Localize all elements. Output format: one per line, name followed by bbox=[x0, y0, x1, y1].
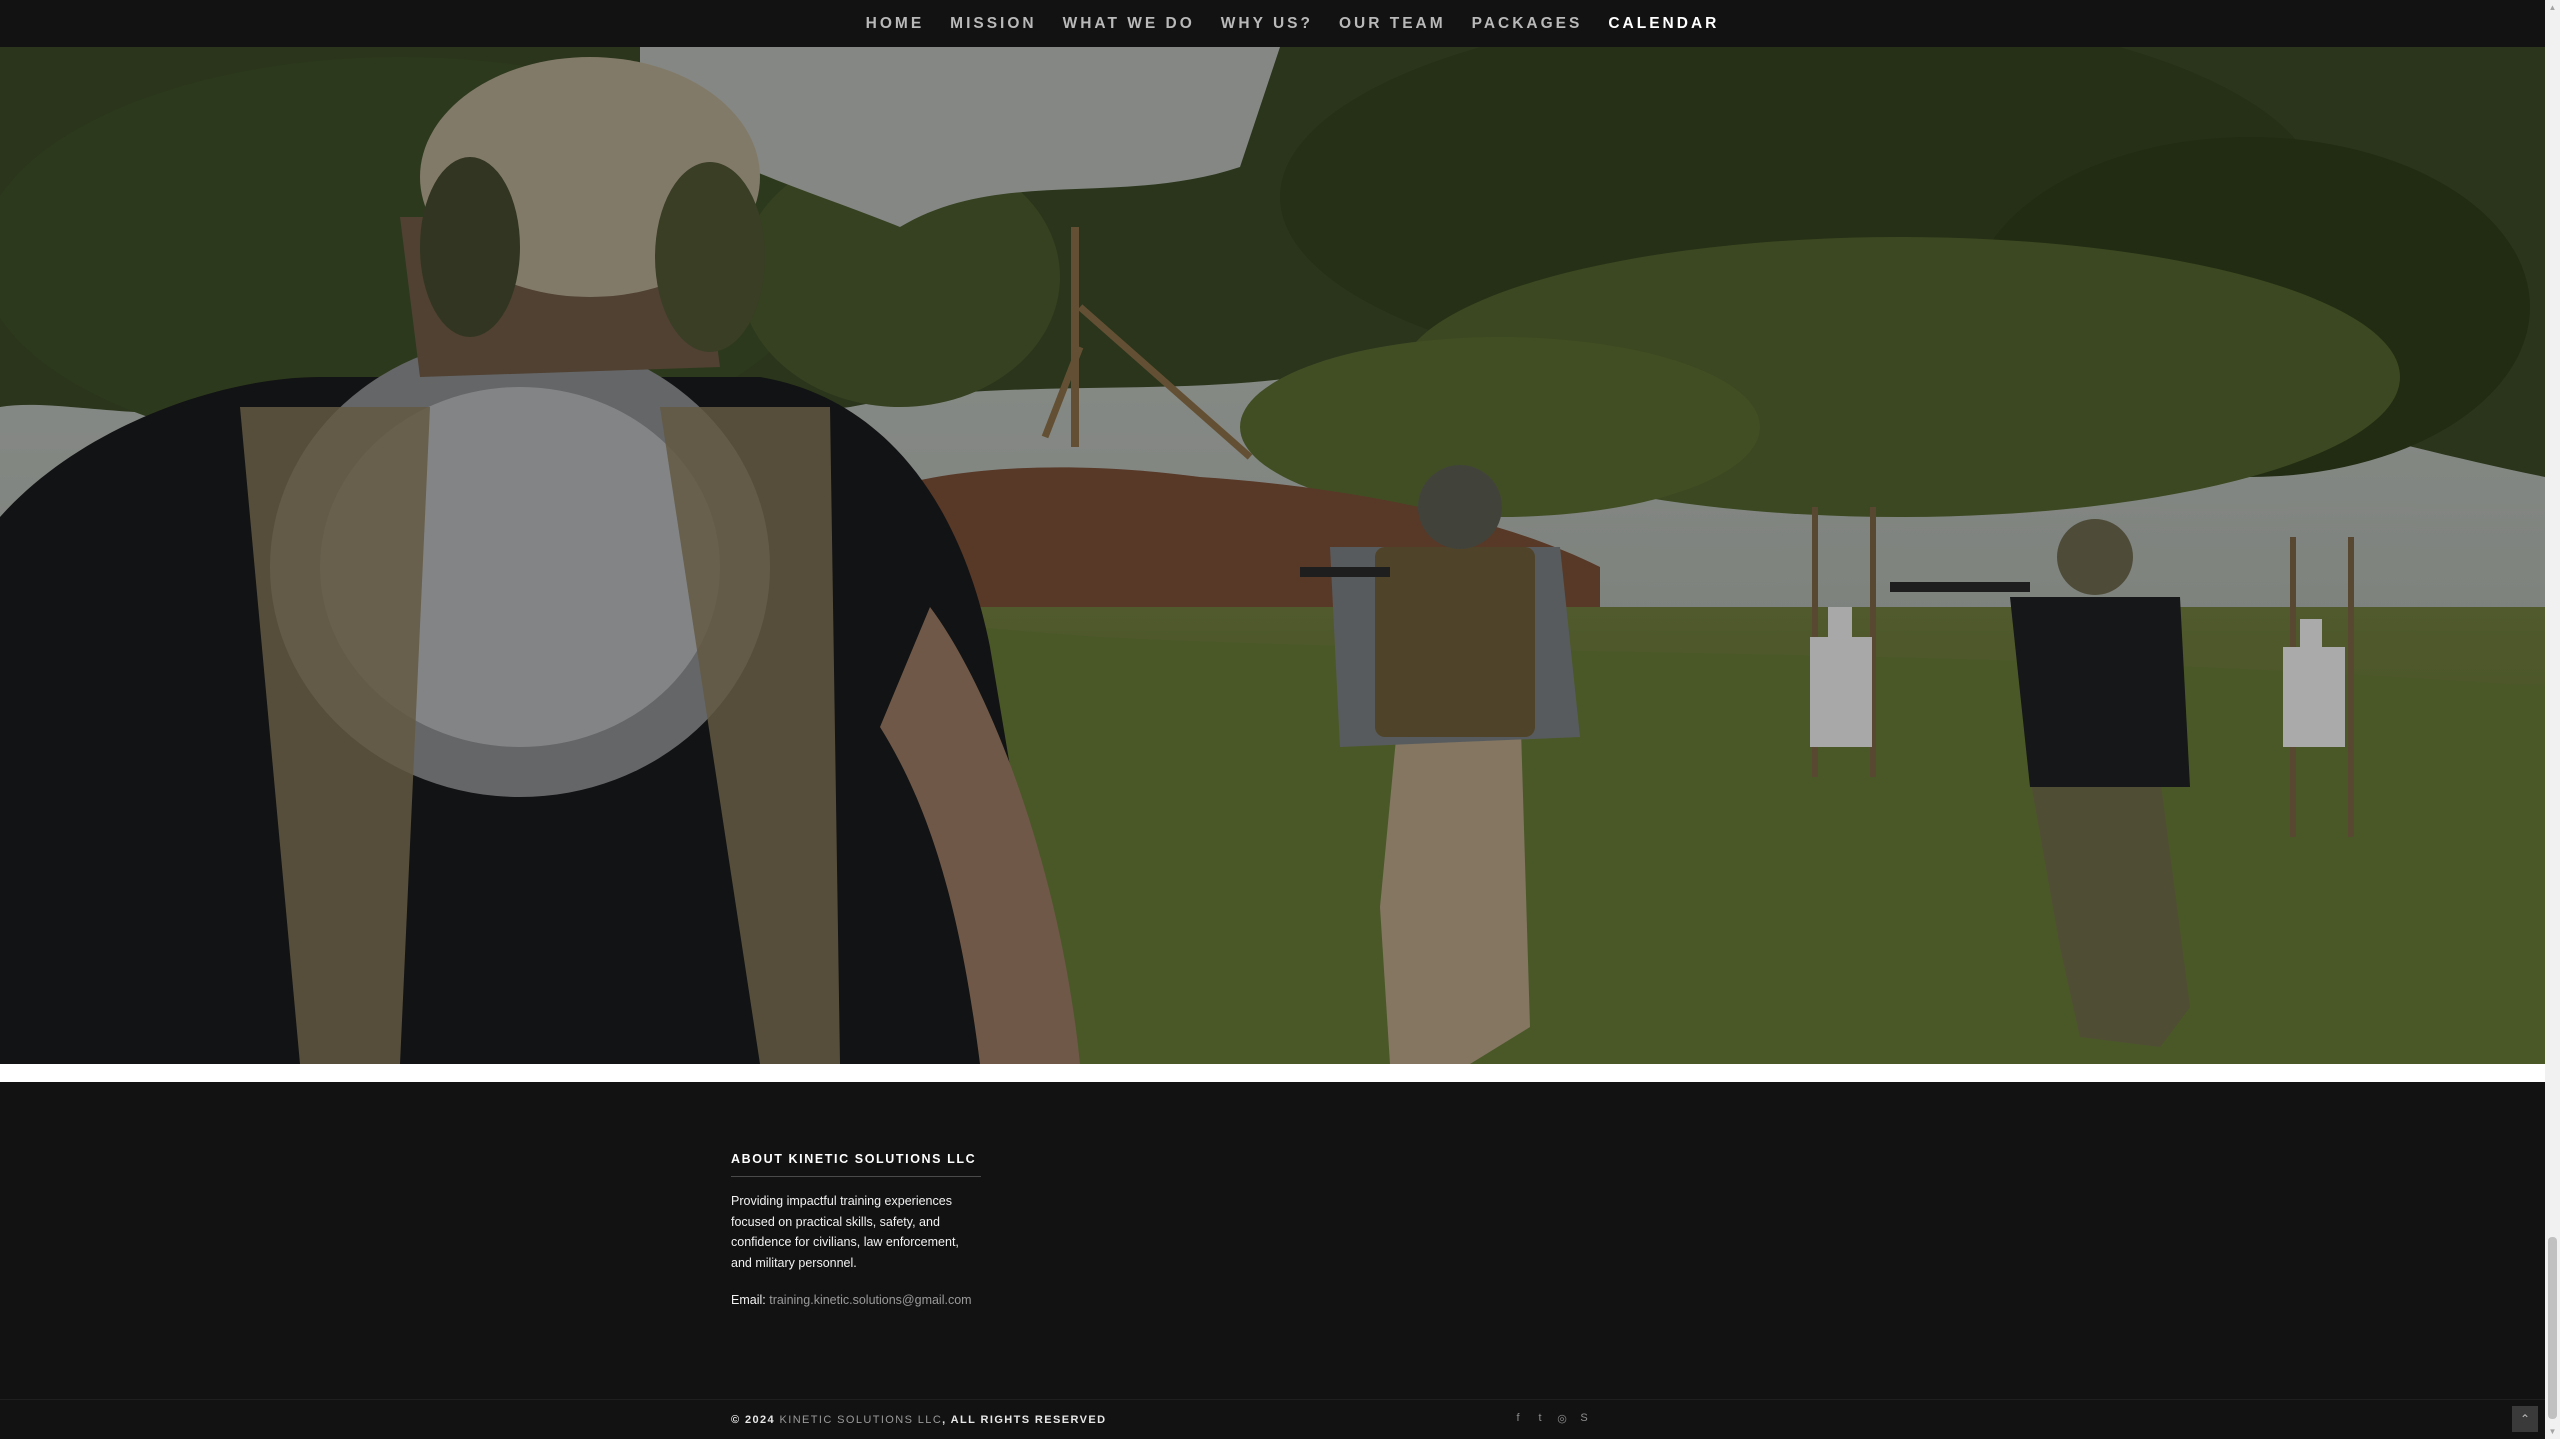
nav-item-packages[interactable]: PACKAGES bbox=[1459, 0, 1596, 47]
about-title: ABOUT KINETIC SOLUTIONS LLC bbox=[731, 1152, 981, 1177]
nav-item-calendar[interactable]: CALENDAR bbox=[1595, 0, 1732, 47]
company-link[interactable]: KINETIC SOLUTIONS LLC bbox=[780, 1414, 943, 1426]
copyright-year: © 2024 bbox=[731, 1414, 776, 1426]
top-navigation: HOME MISSION WHAT WE DO WHY US? OUR TEAM… bbox=[0, 0, 2545, 47]
footer: ABOUT KINETIC SOLUTIONS LLC Providing im… bbox=[0, 1082, 2545, 1439]
nav-item-mission[interactable]: MISSION bbox=[937, 0, 1049, 47]
page-scrollbar[interactable]: ▲ ▼ bbox=[2545, 0, 2560, 1439]
pinterest-icon[interactable]: ◎ bbox=[1556, 1412, 1568, 1425]
section-divider bbox=[0, 1064, 2545, 1082]
nav-item-our-team[interactable]: OUR TEAM bbox=[1326, 0, 1459, 47]
nav-item-what-we-do[interactable]: WHAT WE DO bbox=[1050, 0, 1208, 47]
about-widget: ABOUT KINETIC SOLUTIONS LLC Providing im… bbox=[731, 1152, 981, 1307]
hero-image bbox=[0, 47, 2545, 1064]
nav-item-why-us[interactable]: WHY US? bbox=[1208, 0, 1326, 47]
copyright-rights: , ALL RIGHTS RESERVED bbox=[942, 1414, 1107, 1426]
page: HOME MISSION WHAT WE DO WHY US? OUR TEAM… bbox=[0, 0, 2560, 1439]
about-description: Providing impactful training experiences… bbox=[731, 1194, 959, 1270]
scroll-down-arrow-icon[interactable]: ▼ bbox=[2545, 1424, 2560, 1439]
nav-list: HOME MISSION WHAT WE DO WHY US? OUR TEAM… bbox=[853, 0, 1733, 47]
scrollbar-thumb[interactable] bbox=[2548, 1237, 2557, 1419]
nav-item-home[interactable]: HOME bbox=[853, 0, 938, 47]
hero-overlay bbox=[0, 47, 2545, 1064]
footer-bottom-bar: © 2024 KINETIC SOLUTIONS LLC, ALL RIGHTS… bbox=[0, 1399, 2545, 1439]
contact-email: Email: training.kinetic.solutions@gmail.… bbox=[731, 1293, 981, 1307]
facebook-icon[interactable]: f bbox=[1512, 1412, 1524, 1425]
social-links: f t ◎ S bbox=[1512, 1412, 1590, 1425]
scroll-up-arrow-icon[interactable]: ▲ bbox=[2545, 0, 2560, 15]
email-link[interactable]: training.kinetic.solutions@gmail.com bbox=[769, 1293, 971, 1307]
email-label: Email: bbox=[731, 1293, 766, 1307]
skype-icon[interactable]: S bbox=[1578, 1412, 1590, 1425]
copyright: © 2024 KINETIC SOLUTIONS LLC, ALL RIGHTS… bbox=[731, 1414, 1106, 1426]
twitter-icon[interactable]: t bbox=[1534, 1412, 1546, 1425]
scroll-to-top-button[interactable]: ⌃ bbox=[2512, 1406, 2538, 1432]
